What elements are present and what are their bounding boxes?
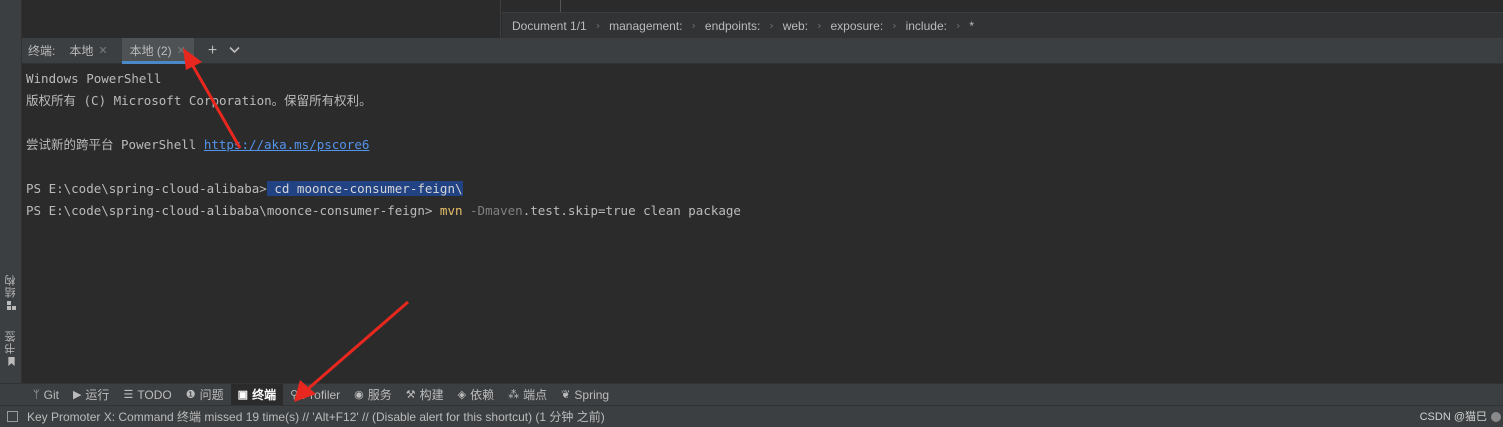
- close-icon[interactable]: ✕: [98, 44, 107, 57]
- watermark: CSDN @猫巳: [1419, 411, 1487, 423]
- terminal-prompt: PS E:\code\spring-cloud-alibaba>: [26, 181, 267, 196]
- command-flag: -Dmaven: [462, 203, 523, 218]
- run-icon: ▶: [72, 389, 82, 401]
- tool-label: 问题: [199, 388, 224, 402]
- breadcrumb-separator: ›: [595, 19, 601, 32]
- tool-services-button[interactable]: ◉ 服务: [347, 384, 399, 406]
- tool-dependencies-button[interactable]: ◈ 依赖: [451, 384, 501, 406]
- tool-label: 服务: [367, 388, 392, 402]
- breadcrumb: Document 1/1 › management: › endpoints: …: [502, 12, 1503, 38]
- close-icon[interactable]: ✕: [177, 44, 186, 57]
- terminal-line: PS E:\code\spring-cloud-alibaba> cd moon…: [26, 178, 1503, 200]
- terminal-icon: ▣: [237, 389, 249, 401]
- pscore6-link[interactable]: https://aka.ms/pscore6: [204, 137, 370, 152]
- tool-run-button[interactable]: ▶ 运行: [66, 384, 116, 406]
- mvn-command: mvn: [439, 203, 463, 218]
- terminal-tab-bar: 终端: 本地 ✕ 本地 (2) ✕ +: [22, 37, 1503, 64]
- breadcrumb-separator: ›: [691, 19, 696, 32]
- breadcrumb-separator: ›: [955, 19, 961, 32]
- tab-local-2-label: 本地 (2): [129, 44, 172, 58]
- tab-local-2[interactable]: 本地 (2) ✕: [121, 37, 195, 64]
- terminal-line: Windows PowerShell: [26, 71, 162, 86]
- editor-divider-2: [560, 0, 561, 12]
- problems-icon: ❶: [185, 389, 196, 401]
- terminal-output[interactable]: Windows PowerShell 版权所有 (C) Microsoft Co…: [22, 64, 1503, 383]
- tool-window-bar: ᛘ Git ▶ 运行 ☰ TODO ❶ 问题 ▣ 终端 ⚲ Profiler ◉ 服务 ⚒ 构建…: [0, 383, 1503, 406]
- top-left-pane: [0, 0, 22, 38]
- tool-endpoints-button[interactable]: ⁂ 端点: [501, 384, 554, 406]
- tool-profiler-button[interactable]: ⚲ Profiler: [283, 384, 347, 406]
- breadcrumb-management[interactable]: management:: [609, 19, 682, 33]
- breadcrumb-exposure[interactable]: exposure:: [830, 19, 883, 33]
- status-grip-icon: [1491, 412, 1501, 422]
- tool-label: 运行: [85, 388, 110, 402]
- breadcrumb-endpoints[interactable]: endpoints:: [705, 19, 760, 33]
- structure-tool-button[interactable]: 结构: [3, 274, 19, 310]
- build-hammer-icon: ⚒: [405, 389, 416, 401]
- chevron-down-icon[interactable]: [229, 38, 240, 64]
- tool-label: Profiler: [302, 387, 341, 402]
- terminal-prompt: PS E:\code\spring-cloud-alibaba\moonce-c…: [26, 203, 440, 218]
- breadcrumb-value[interactable]: *: [969, 19, 974, 33]
- breadcrumb-separator: ›: [892, 19, 897, 32]
- structure-tool-label: 结构: [4, 274, 17, 298]
- tool-label: Spring: [574, 387, 610, 402]
- structure-icon: [6, 301, 16, 310]
- selected-command: cd mooncе-consumer-feign\: [266, 181, 463, 196]
- breadcrumb-separator: ›: [817, 19, 822, 32]
- tab-local[interactable]: 本地 ✕: [61, 38, 115, 64]
- terminal-line: 尝试新的跨平台 PowerShell https://aka.ms/pscore…: [26, 134, 1503, 156]
- profiler-icon: ⚲: [290, 389, 299, 401]
- editor-area: Document 1/1 › management: › endpoints: …: [0, 0, 1503, 38]
- command-args: .test.skip=true clean package: [522, 203, 741, 218]
- todo-list-icon: ☰: [123, 389, 134, 401]
- tool-spring-button[interactable]: ❦ Spring: [554, 384, 616, 406]
- new-tab-plus-icon[interactable]: +: [208, 38, 217, 64]
- breadcrumb-include[interactable]: include:: [906, 19, 947, 33]
- tool-label: 终端: [252, 388, 277, 402]
- status-bar: Key Promoter X: Command 终端 missed 19 tim…: [0, 405, 1503, 427]
- breadcrumb-web[interactable]: web:: [783, 19, 808, 33]
- tool-todo-button[interactable]: ☰ TODO: [116, 384, 178, 406]
- tab-local-label: 本地: [69, 44, 94, 58]
- bookmarks-tool-button[interactable]: 书签: [3, 330, 19, 366]
- tool-terminal-button[interactable]: ▣ 终端: [230, 383, 284, 406]
- dependencies-icon: ◈: [457, 389, 467, 401]
- tool-build-button[interactable]: ⚒ 构建: [399, 384, 451, 406]
- bookmark-icon: [7, 357, 15, 366]
- editor-divider: [500, 0, 501, 38]
- tool-label: 构建: [419, 388, 444, 402]
- tool-label: TODO: [137, 387, 172, 402]
- terminal-text: 尝试新的跨平台 PowerShell: [26, 137, 204, 152]
- layout-toggle-icon[interactable]: [7, 411, 18, 422]
- tool-git-button[interactable]: ᛘ Git: [26, 384, 66, 406]
- breadcrumb-document[interactable]: Document 1/1: [512, 19, 587, 33]
- status-message[interactable]: Key Promoter X: Command 终端 missed 19 tim…: [27, 408, 605, 425]
- services-icon: ◉: [354, 389, 364, 401]
- endpoints-icon: ⁂: [508, 389, 520, 401]
- terminal-line: PS E:\code\spring-cloud-alibaba\moonce-c…: [26, 200, 1503, 222]
- tool-label: Git: [43, 387, 59, 402]
- tool-label: 端点: [523, 388, 548, 402]
- tool-problems-button[interactable]: ❶ 问题: [179, 384, 231, 406]
- terminal-line: 版权所有 (C) Microsoft Corporation。保留所有权利。: [26, 93, 372, 108]
- spring-leaf-icon: ❦: [561, 389, 571, 401]
- terminal-title: 终端:: [28, 44, 56, 58]
- tool-label: 依赖: [470, 388, 495, 402]
- bookmarks-tool-label: 书签: [4, 330, 17, 354]
- breadcrumb-separator: ›: [769, 19, 774, 32]
- left-tool-strip: 结构 书签: [0, 38, 22, 383]
- git-branch-icon: ᛘ: [33, 388, 40, 401]
